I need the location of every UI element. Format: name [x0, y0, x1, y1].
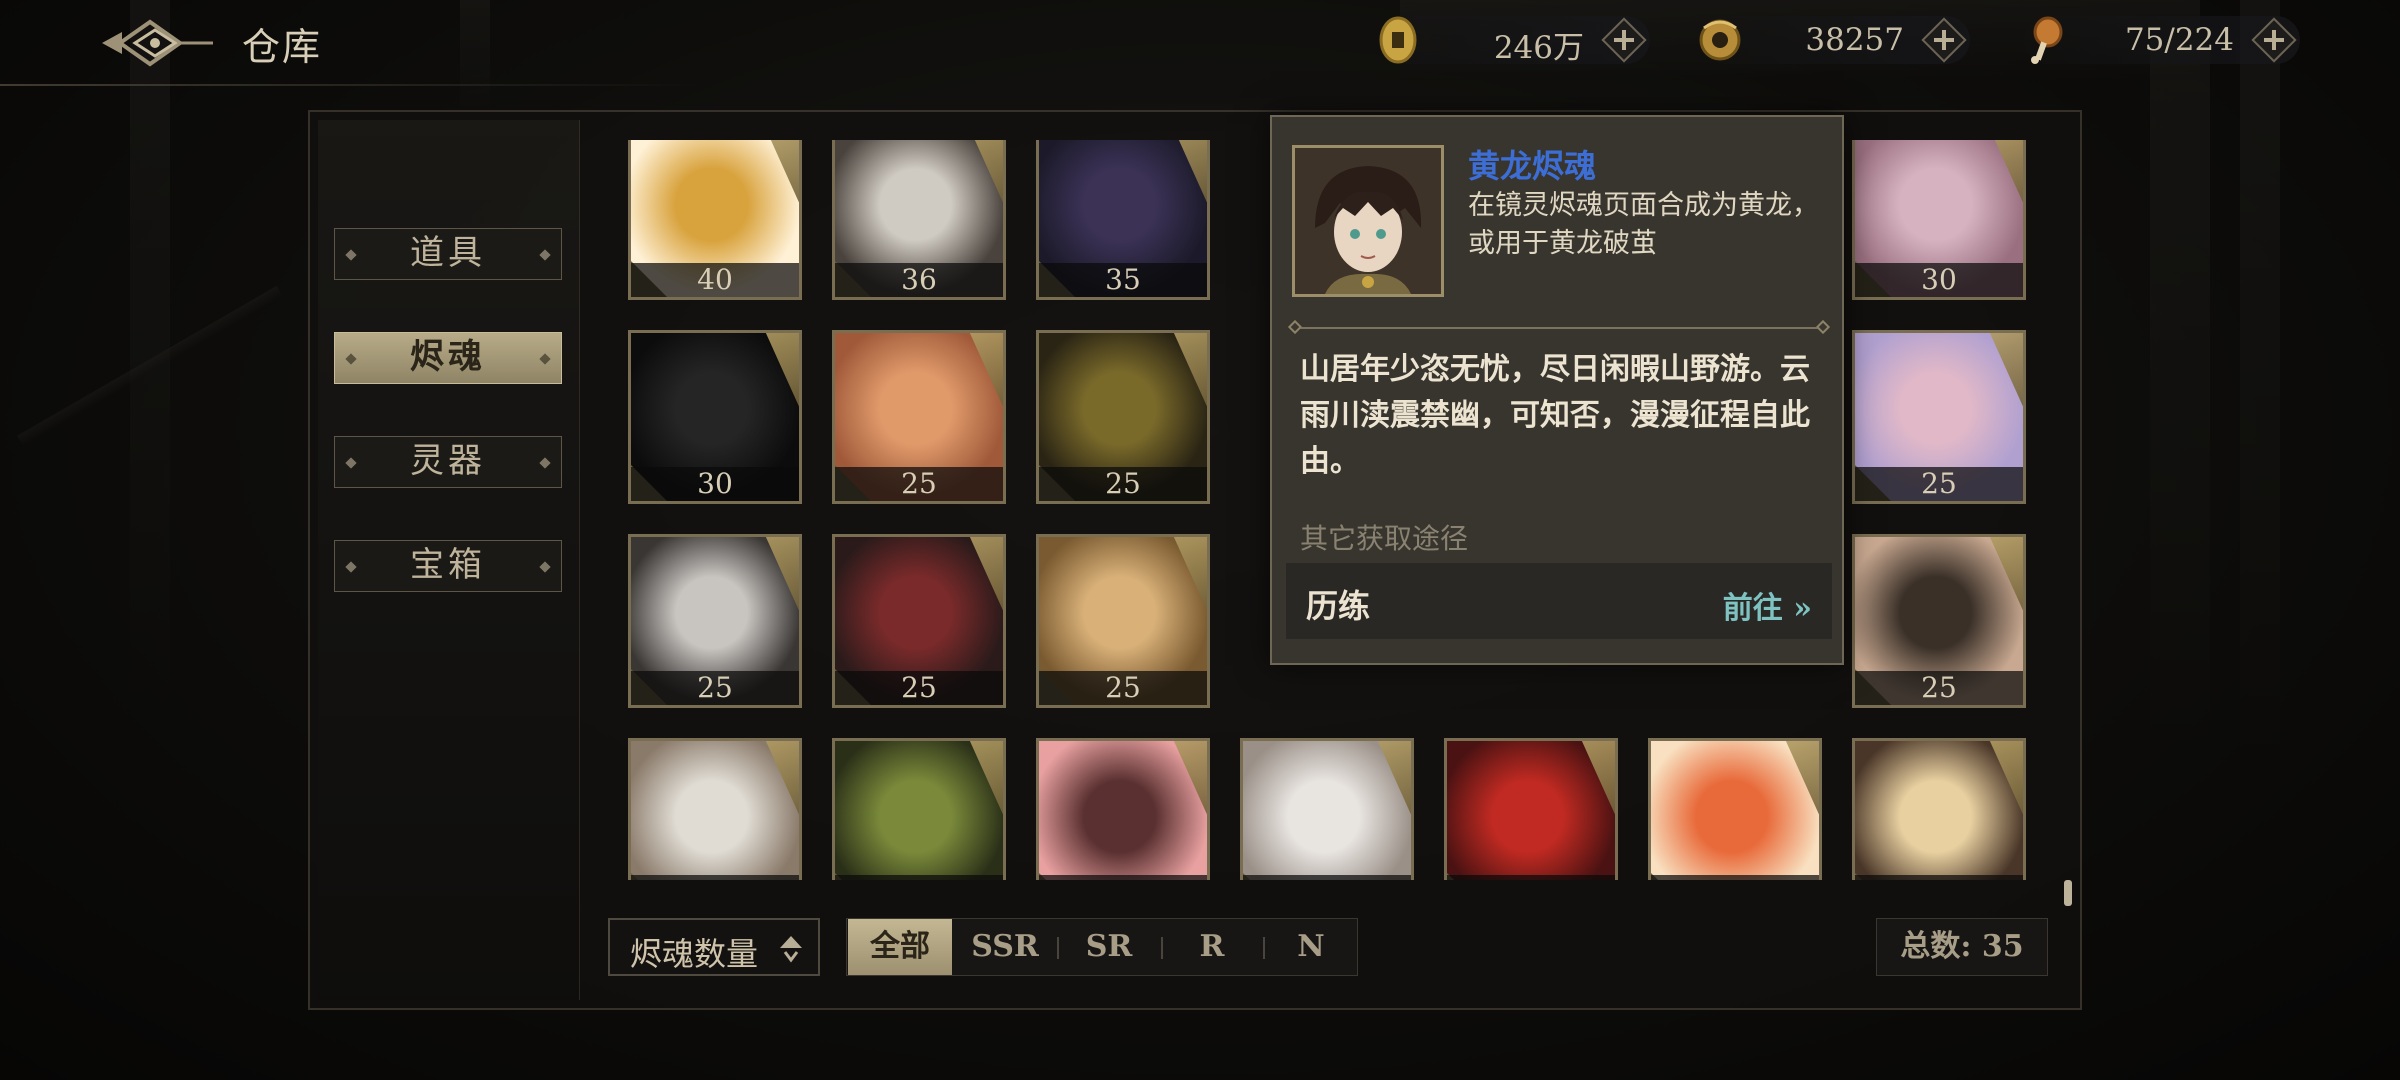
tooltip-divider	[1287, 319, 1831, 335]
currency-coin: 246万	[1378, 16, 1650, 66]
soul-count: 25	[1921, 467, 1957, 500]
soul-count: 36	[901, 263, 937, 296]
soul-count: 30	[1921, 263, 1957, 296]
soul-portrait	[1855, 741, 2023, 880]
filter-sr[interactable]: SR	[1059, 919, 1159, 975]
soul-card[interactable]: 20	[1036, 738, 1210, 880]
soul-card[interactable]: 25	[628, 738, 802, 880]
sort-button[interactable]: 烬魂数量	[608, 918, 820, 976]
soul-count: 25	[1921, 671, 1957, 704]
filter-n[interactable]: N	[1265, 919, 1357, 975]
soul-card[interactable]: 40	[628, 140, 802, 300]
double-chevron-right-icon: »	[1782, 591, 1812, 626]
total-count: 总数: 35	[1876, 918, 2048, 976]
filter-r[interactable]: R	[1163, 919, 1261, 975]
soul-portrait	[1243, 741, 1411, 880]
soul-card[interactable]: 25	[1852, 330, 2026, 504]
tab-chests[interactable]: 宝箱	[334, 540, 562, 592]
goto-button[interactable]: 前往 »	[1723, 583, 1812, 627]
page-title: 仓库	[242, 25, 323, 69]
soul-card[interactable]: 30	[628, 330, 802, 504]
soul-card[interactable]: 15	[1240, 738, 1414, 880]
soul-count: 35	[1105, 263, 1141, 296]
back-arrow-icon	[102, 19, 213, 67]
soul-card[interactable]: 25	[1036, 330, 1210, 504]
soul-count: 25	[901, 467, 937, 500]
filter-all[interactable]: 全部	[848, 919, 952, 975]
soul-card[interactable]: 25	[832, 330, 1006, 504]
item-tooltip: 黄龙烬魂 在镜灵烬魂页面合成为黄龙，或用于黄龙破茧 山居年少恣无忧，尽日闲暇山野…	[1270, 115, 1844, 665]
tab-items[interactable]: 道具	[334, 228, 562, 280]
sort-arrow-icon	[780, 936, 802, 963]
source-name: 历练	[1306, 587, 1371, 625]
tab-artifacts[interactable]: 灵器	[334, 436, 562, 488]
soul-count: 25	[1105, 467, 1141, 500]
soul-card[interactable]: 25	[628, 534, 802, 708]
soul-count: 30	[697, 467, 733, 500]
soul-portrait	[1447, 741, 1615, 880]
source-row-training: 历练 前往 »	[1286, 563, 1832, 639]
soul-count: 25	[835, 875, 1003, 880]
soul-card[interactable]: 30	[1852, 140, 2026, 300]
currency-stamina: 75/224	[2024, 16, 2300, 64]
currency-stamina-value: 75/224	[2124, 22, 2234, 58]
soul-portrait	[1651, 741, 1819, 880]
tab-souls[interactable]: 烬魂	[334, 332, 562, 384]
soul-card[interactable]: 25	[1852, 534, 2026, 708]
soul-card[interactable]: 9	[1648, 738, 1822, 880]
soul-count: 9	[1651, 875, 1819, 880]
soul-card[interactable]: 25	[832, 534, 1006, 708]
soul-card[interactable]: 25	[832, 738, 1006, 880]
filter-ssr[interactable]: SSR	[955, 919, 1055, 975]
drumstick-icon	[2031, 16, 2063, 64]
tooltip-lore: 山居年少恣无忧，尽日闲暇山野游。云雨川渎震禁幽，可知否，漫漫征程自此由。	[1300, 352, 1810, 479]
currency-jade-value: 38257	[1805, 22, 1904, 58]
tooltip-portrait	[1292, 145, 1444, 297]
soul-count: 20	[1039, 875, 1207, 880]
tab-souls-label: 烬魂	[410, 337, 486, 377]
add-coin-button[interactable]	[1601, 17, 1647, 63]
tab-items-label: 道具	[410, 233, 486, 273]
tooltip-item-name: 黄龙烬魂	[1468, 147, 1597, 185]
top-bar: 仓库 246万 38257 75/224	[0, 0, 2400, 90]
soul-portrait	[631, 741, 799, 880]
soul-count: 25	[697, 671, 733, 704]
jade-icon	[1699, 19, 1741, 61]
currency-coin-value: 246万	[1493, 30, 1584, 66]
tooltip-source-heading: 其它获取途径	[1300, 522, 1469, 555]
soul-card[interactable]: 35	[1036, 140, 1210, 300]
soul-count: 15	[1243, 875, 1411, 880]
tab-chests-label: 宝箱	[410, 545, 486, 585]
rarity-filter: 全部 SSR SR R N	[846, 918, 1358, 976]
soul-portrait	[835, 741, 1003, 880]
add-jade-button[interactable]	[1921, 17, 1967, 63]
soul-count: 10	[1447, 875, 1615, 880]
goto-label: 前往	[1722, 591, 1783, 626]
soul-count: 40	[697, 263, 733, 296]
soul-portrait	[1039, 741, 1207, 880]
currency-jade: 38257	[1699, 16, 1970, 64]
soul-count: 25	[901, 671, 937, 704]
soul-count: 3	[1855, 875, 2023, 880]
soul-card[interactable]: 10	[1444, 738, 1618, 880]
tooltip-description: 在镜灵烬魂页面合成为黄龙，或用于黄龙破茧	[1468, 190, 1819, 259]
soul-count: 25	[631, 875, 799, 880]
soul-card[interactable]: 36	[832, 140, 1006, 300]
back-button[interactable]	[100, 14, 215, 72]
title-divider	[0, 84, 700, 86]
soul-count: 25	[1105, 671, 1141, 704]
add-stamina-button[interactable]	[2251, 17, 2297, 63]
tab-artifacts-label: 灵器	[410, 441, 486, 481]
soul-card[interactable]: 25	[1036, 534, 1210, 708]
sort-label: 烬魂数量	[630, 935, 759, 973]
soul-card[interactable]: 3	[1852, 738, 2026, 880]
grid-scrollbar[interactable]	[2064, 880, 2072, 906]
coin-icon	[1379, 16, 1417, 64]
